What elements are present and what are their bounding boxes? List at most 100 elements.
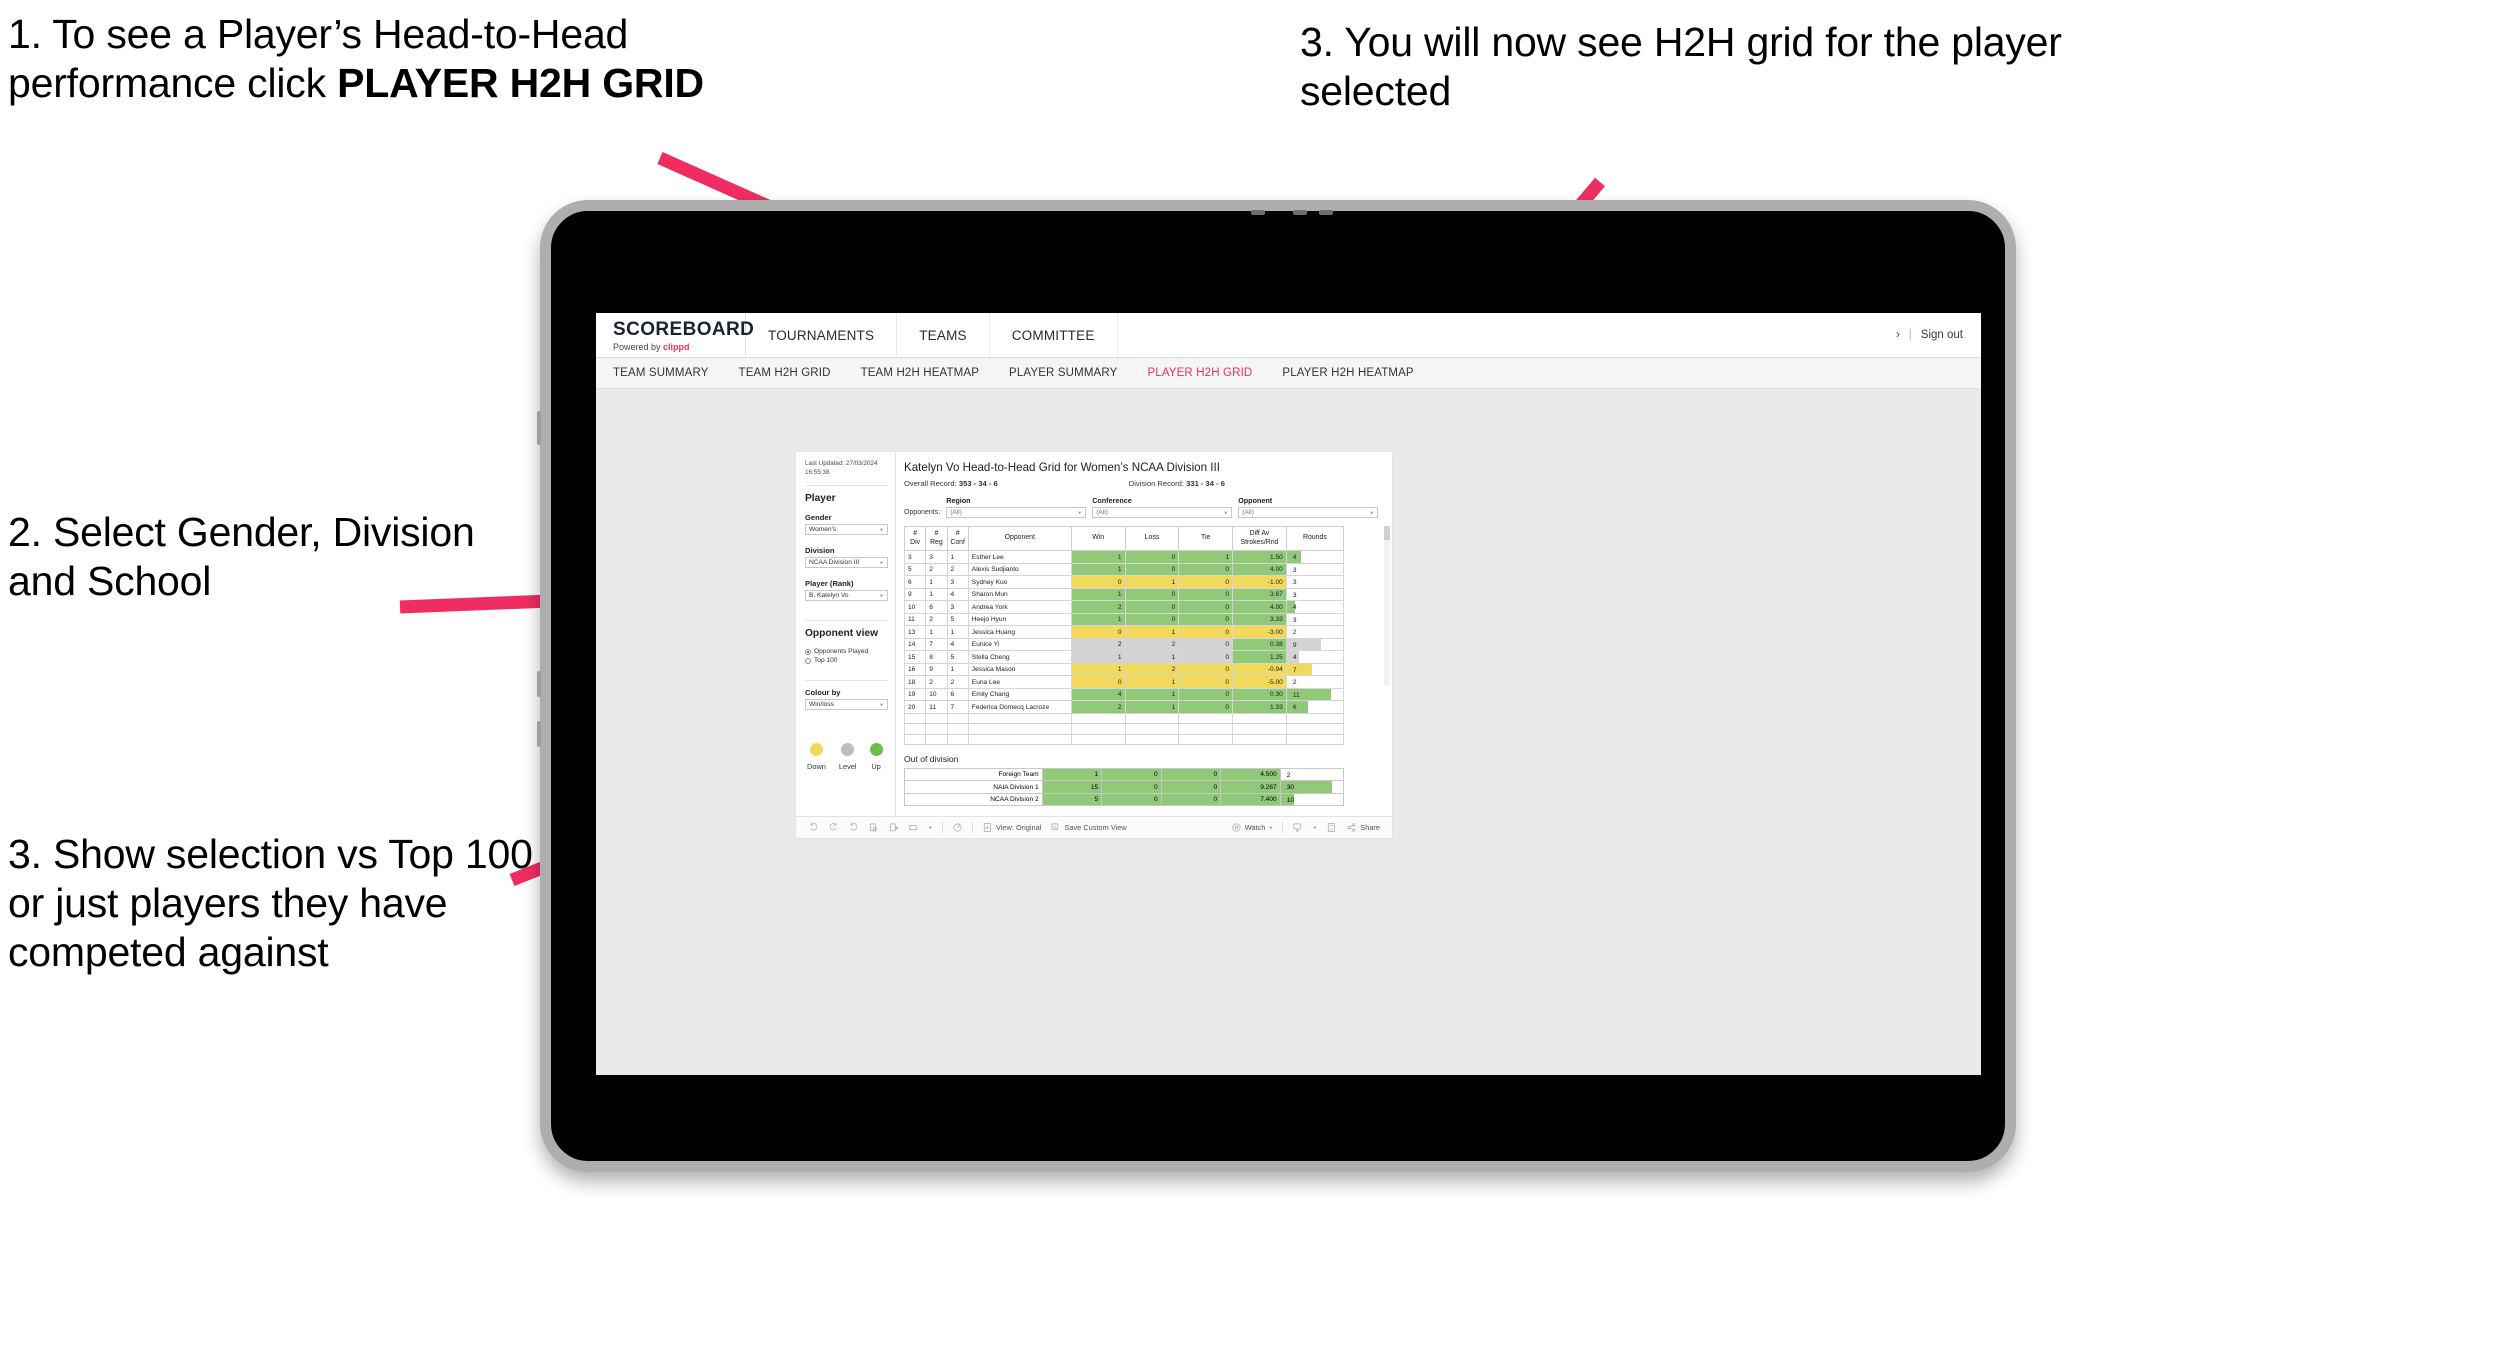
table-row[interactable]: 5 2 2 Alexis Sudjianto 1 0 0 4.00 3: [903, 562, 1345, 577]
col-conf[interactable]: # Conf: [946, 525, 969, 552]
topnav-tournaments[interactable]: TOURNAMENTS: [746, 313, 898, 357]
cell-diff: 0.38: [1232, 637, 1287, 652]
table-row[interactable]: 16 9 1 Jessica Mason 1 2 0 -0.94 7: [903, 662, 1345, 677]
redo-icon[interactable]: [828, 822, 839, 833]
share-button[interactable]: Share: [1346, 822, 1380, 833]
volume-down-button[interactable]: [537, 721, 541, 747]
out-of-division-row[interactable]: Foreign Team 1 0 0 4.500 2: [904, 767, 1345, 782]
cell-empty: [967, 733, 1072, 745]
division-record-label: Division Record:: [1128, 479, 1187, 488]
power-button[interactable]: [537, 411, 541, 445]
cell-tie: 0: [1178, 575, 1234, 589]
subnav-team-h2h-grid[interactable]: TEAM H2H GRID: [739, 367, 831, 379]
pause-data-icon[interactable]: [888, 822, 899, 833]
table-row[interactable]: 10 6 3 Andrea York 2 0 0 4.00 4: [903, 600, 1345, 614]
cell-div: 19: [903, 687, 927, 702]
chevron-down-icon[interactable]: ▼: [928, 825, 933, 830]
cell-empty: [1285, 712, 1345, 725]
cell-tie: 0: [1178, 562, 1234, 577]
cell-empty: [946, 733, 969, 745]
subnav-player-summary[interactable]: PLAYER SUMMARY: [1009, 367, 1117, 379]
undo-icon[interactable]: [808, 822, 819, 833]
subnav-team-h2h-heatmap[interactable]: TEAM H2H HEATMAP: [861, 367, 979, 379]
annotation-step-1: 1. To see a Player’s Head-to-Head perfor…: [8, 10, 738, 108]
table-row[interactable]: 3 3 1 Esther Lee 1 0 1 1.50 4: [903, 550, 1345, 564]
table-row[interactable]: 13 1 1 Jessica Huang 0 1 0 -3.00 2: [903, 625, 1345, 639]
cell-conf: 4: [946, 587, 969, 602]
cell-rounds: 7: [1285, 662, 1345, 677]
subnav-team-summary[interactable]: TEAM SUMMARY: [613, 367, 709, 379]
table-row[interactable]: 14 7 4 Eunice Yi 2 2 0 0.38 9: [903, 637, 1345, 652]
division-select[interactable]: NCAA Division III ▼: [805, 557, 888, 568]
table-row[interactable]: 11 2 5 Heejo Hyun 1 0 0 3.33 3: [903, 612, 1345, 627]
col-rounds[interactable]: Rounds: [1285, 525, 1345, 552]
out-of-division-row[interactable]: NAIA Division 1 15 0 0 9.267 30: [904, 780, 1345, 794]
subnav-player-h2h-heatmap[interactable]: PLAYER H2H HEATMAP: [1282, 367, 1413, 379]
cell-empty: [1070, 733, 1126, 745]
table-row[interactable]: 18 2 2 Euna Lee 0 1 0 -5.00 2: [903, 675, 1345, 689]
opponent-filters: Opponents: Region (All) ▼ Conference (Al…: [904, 496, 1382, 518]
cell-conf: 5: [946, 650, 969, 664]
subnav-player-h2h-grid[interactable]: PLAYER H2H GRID: [1147, 367, 1252, 379]
sign-out-link[interactable]: Sign out: [1921, 329, 1963, 341]
download-icon[interactable]: [1292, 822, 1303, 833]
out-of-division-row[interactable]: NCAA Division 2 5 0 0 7.400 10: [904, 792, 1345, 807]
chevron-down-icon: ▼: [879, 593, 884, 598]
col-win[interactable]: Win: [1070, 525, 1126, 552]
table-row[interactable]: 15 8 5 Stella Cheng 1 1 0 1.25 4: [903, 650, 1345, 664]
cell-empty: [903, 712, 927, 725]
opponent-select[interactable]: (All) ▼: [1238, 507, 1379, 518]
radio-top-100[interactable]: Top 100: [805, 657, 888, 664]
colour-by-select[interactable]: Win/loss ▼: [805, 699, 888, 710]
table-row[interactable]: 6 1 3 Sydney Kuo 0 1 0 -1.00 3: [903, 575, 1345, 589]
cell-reg: 11: [925, 700, 948, 714]
cell-rounds: 3: [1285, 612, 1345, 627]
brand-tagline-prefix: Powered by: [613, 341, 664, 352]
gender-select[interactable]: Women's ▼: [805, 524, 888, 535]
refresh-data-icon[interactable]: [868, 822, 879, 833]
col-tie[interactable]: Tie: [1178, 525, 1234, 552]
view-original-button[interactable]: View: Original: [982, 822, 1041, 833]
col-div[interactable]: # Div: [903, 525, 927, 552]
chevron-down-icon[interactable]: ▼: [1312, 825, 1317, 830]
region-label: Region: [946, 496, 971, 505]
col-loss[interactable]: Loss: [1124, 525, 1180, 552]
scoreboard-logo[interactable]: SCOREBOARD Powered by clippd: [596, 313, 754, 357]
cell-div: 5: [903, 562, 927, 577]
save-custom-view-button[interactable]: Save Custom View: [1050, 822, 1127, 833]
col-diff[interactable]: Diff Av Strokes/Rnd: [1232, 525, 1287, 552]
rounds-value: 30: [1286, 784, 1295, 792]
region-select[interactable]: (All) ▼: [946, 507, 1087, 518]
annotation-step-4: 3. You will now see H2H grid for the pla…: [1300, 19, 2062, 114]
table-row[interactable]: 19 10 6 Emily Chang 4 1 0 0.30 11: [903, 687, 1345, 702]
cell-div: 10: [903, 600, 927, 614]
col-reg[interactable]: # Reg: [925, 525, 948, 552]
topnav-teams[interactable]: TEAMS: [897, 313, 990, 357]
radio-opponents-played[interactable]: Opponents Played: [805, 648, 888, 655]
conference-select[interactable]: (All) ▼: [1092, 507, 1233, 518]
cell-tie: 0: [1178, 625, 1234, 639]
fullscreen-icon[interactable]: [1326, 822, 1337, 833]
watch-button[interactable]: Watch ▼: [1231, 822, 1273, 833]
rounds-value: 9: [1292, 641, 1297, 649]
highlight-icon[interactable]: [952, 822, 963, 833]
volume-up-button[interactable]: [537, 671, 541, 697]
table-row[interactable]: 20 11 7 Federica Domecq Lacroze 2 1 0 1.33 6: [903, 700, 1345, 714]
table-row[interactable]: 9 1 4 Sharon Mun 1 0 0 3.67 3: [903, 587, 1345, 602]
scrollbar-thumb[interactable]: [1384, 526, 1390, 540]
brand-tagline-name: clippd: [663, 341, 690, 352]
col-opponent[interactable]: Opponent: [967, 525, 1072, 552]
division-label: Division: [805, 546, 835, 555]
topnav-committee[interactable]: COMMITTEE: [990, 313, 1118, 357]
cell-diff: 9.267: [1220, 780, 1281, 794]
table-scrollbar[interactable]: [1384, 526, 1390, 686]
player-rank-select[interactable]: B. Katelyn Vo ▼: [805, 590, 888, 601]
revert-icon[interactable]: [848, 822, 859, 833]
chevron-right-icon[interactable]: ›: [1896, 329, 1900, 341]
rectangle-select-icon[interactable]: [908, 822, 919, 833]
rounds-value: 3: [1292, 579, 1297, 587]
cell-empty: [946, 712, 969, 725]
cell-empty: [1285, 733, 1345, 745]
legend-item-level: Level: [839, 743, 857, 771]
h2h-table-body: 3 3 1 Esther Lee 1 0 1 1.50 4 5 2 2 Alexis Sudjianto…: [903, 550, 1345, 745]
